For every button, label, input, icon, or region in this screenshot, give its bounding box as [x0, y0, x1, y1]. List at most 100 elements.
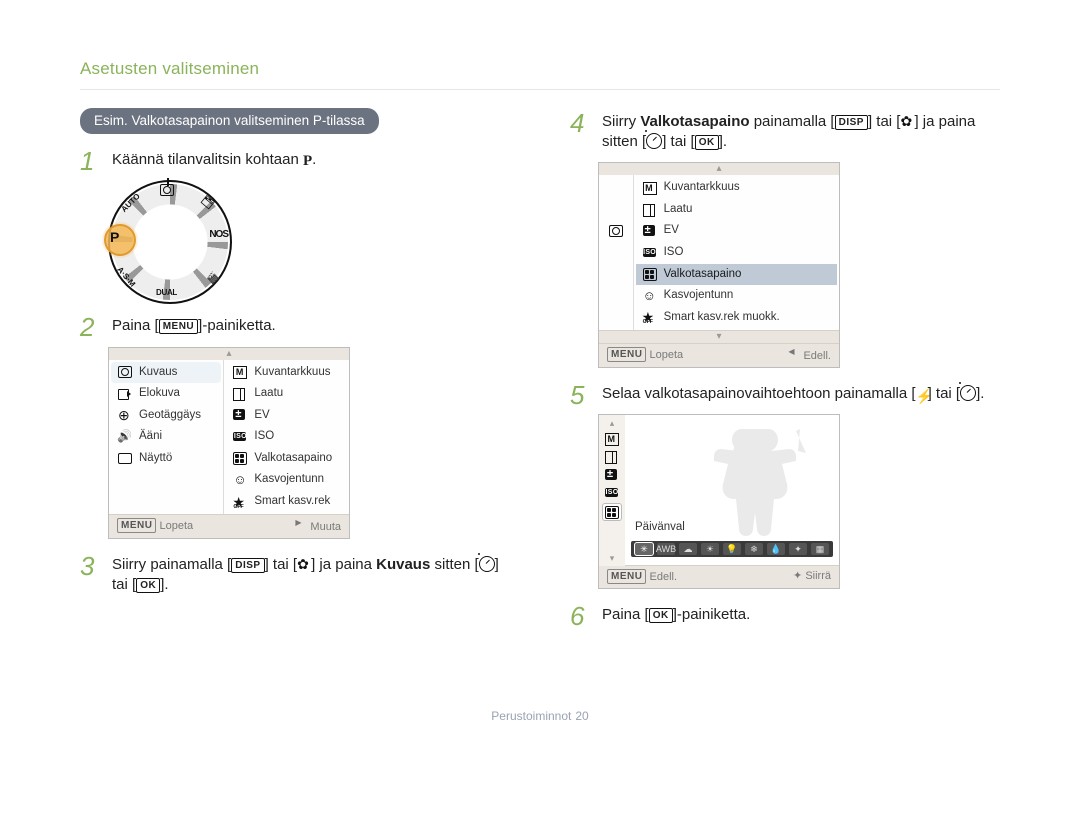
- menu-item-label: Laatu: [254, 386, 283, 402]
- face-icon: [643, 290, 657, 302]
- wb-chip[interactable]: ❄: [745, 543, 763, 555]
- wb-chip[interactable]: AWB: [657, 543, 675, 555]
- step-num: 5: [570, 382, 590, 408]
- screen-wb-select: ▴ ▾ Päivänval ✳ AWB ☁: [598, 414, 840, 589]
- menu-item-label: Kuvantarkkuus: [254, 365, 330, 381]
- footer-pagenum: 20: [575, 708, 588, 724]
- step6-a: Paina [: [602, 606, 649, 623]
- submenu-smart[interactable]: Smart kasv.rek: [226, 491, 347, 513]
- menu-item-label: Kuvaus: [139, 365, 177, 381]
- submenu-wb[interactable]: Valkotasapaino: [226, 448, 347, 470]
- menu-item-naytto[interactable]: Näyttö: [111, 448, 221, 470]
- example-label: Esim. Valkotasapainon valitseminen P-til…: [80, 108, 379, 134]
- step4-f: ].: [719, 133, 727, 150]
- quality-icon: [233, 388, 247, 400]
- side-qual-icon[interactable]: [603, 449, 621, 465]
- menu-item-geotag[interactable]: Geotäggäys: [111, 405, 221, 427]
- step-num: 6: [570, 603, 590, 629]
- step-num: 4: [570, 110, 590, 136]
- quality-icon: [643, 204, 657, 216]
- disp-key: DISP: [835, 115, 868, 130]
- submenu-iso[interactable]: ISO: [226, 426, 347, 448]
- menu-item-label: Ääni: [139, 429, 162, 445]
- submenu-kuvantarkkuus[interactable]: Kuvantarkkuus: [636, 177, 837, 199]
- wb-strip: ✳ AWB ☁ ☀ 💡 ❄ 💧 ✦ ▦: [631, 541, 833, 557]
- step1-text-a: Käännä tilanvalitsin kohtaan: [112, 151, 303, 168]
- star-icon: [233, 496, 247, 508]
- submenu-iso[interactable]: ISO: [636, 242, 837, 264]
- menu-item-label: Valkotasapaino: [254, 451, 332, 467]
- arrow-down-icon: ▾: [599, 330, 839, 343]
- arrow-up-icon: ▴: [610, 417, 615, 429]
- video-icon: [118, 388, 132, 400]
- ev-icon: [643, 225, 657, 237]
- submenu-wb-selected[interactable]: Valkotasapaino: [636, 264, 837, 286]
- side-size-icon[interactable]: [603, 431, 621, 447]
- step4-e: ] tai [: [662, 133, 695, 150]
- submenu-kuvantarkkuus[interactable]: Kuvantarkkuus: [226, 362, 347, 384]
- mode-cam-icon: [160, 184, 174, 201]
- submenu-laatu[interactable]: Laatu: [226, 383, 347, 405]
- menu-item-label: EV: [254, 408, 269, 424]
- screen-footer: MENU Lopeta Muuta: [109, 514, 349, 538]
- timer-icon: [479, 556, 495, 572]
- step-3: 3 Siirry painamalla [DISP] tai [] ja pai…: [80, 551, 510, 600]
- step-4: 4 Siirry Valkotasapaino painamalla [DISP…: [570, 108, 1000, 157]
- submenu-face[interactable]: Kasvojentunn: [636, 285, 837, 307]
- right-column: 4 Siirry Valkotasapaino painamalla [DISP…: [570, 108, 1000, 635]
- menu-item-label: Kasvojentunn: [254, 472, 324, 488]
- submenu-ev[interactable]: EV: [226, 405, 347, 427]
- wb-chip[interactable]: 💡: [723, 543, 741, 555]
- move-icon: ✦: [793, 570, 802, 582]
- menu-key-icon: MENU: [117, 518, 156, 533]
- wb-chip[interactable]: ▦: [811, 543, 829, 555]
- chapter-title: Asetusten valitseminen: [80, 20, 1000, 90]
- wb-icon: [233, 452, 247, 464]
- step-num: 3: [80, 553, 100, 579]
- wb-chip[interactable]: ☀: [701, 543, 719, 555]
- menu-item-label: Elokuva: [139, 386, 180, 402]
- wb-chip[interactable]: 💧: [767, 543, 785, 555]
- submenu-ev[interactable]: EV: [636, 220, 837, 242]
- step2-text-b: ]-painiketta.: [198, 317, 276, 334]
- disp-key: DISP: [231, 558, 264, 573]
- screen-menu-root: ▴ Kuvaus Elokuva Geotäggäys Ääni Näyttö …: [108, 347, 350, 539]
- menu-key: MENU: [159, 319, 198, 334]
- timer-icon: [646, 133, 662, 149]
- step6-b: ]-painiketta.: [673, 606, 751, 623]
- menu-key-icon: MENU: [607, 569, 646, 584]
- side-ev-icon[interactable]: [603, 467, 621, 483]
- timer-icon: [960, 385, 976, 401]
- page: Asetusten valitseminen Esim. Valkotasapa…: [80, 0, 1000, 754]
- submenu-smart[interactable]: Smart kasv.rek muokk.: [636, 307, 837, 329]
- flash-icon: [916, 387, 928, 401]
- step4-a: Siirry: [602, 113, 640, 130]
- ev-icon: [233, 409, 247, 421]
- side-wb-icon[interactable]: [602, 503, 622, 521]
- wb-chip[interactable]: ✳: [635, 543, 653, 555]
- menu-key-icon: MENU: [607, 347, 646, 362]
- menu-item-elokuva[interactable]: Elokuva: [111, 383, 221, 405]
- menu-item-kuvaus[interactable]: Kuvaus: [111, 362, 221, 384]
- page-footer: Perustoiminnot 20: [80, 708, 1000, 724]
- footer-edell: Edell.: [650, 571, 678, 583]
- step5-b: ] tai [: [928, 385, 961, 402]
- step-num: 2: [80, 314, 100, 340]
- menu-item-aani[interactable]: Ääni: [111, 426, 221, 448]
- submenu-laatu[interactable]: Laatu: [636, 199, 837, 221]
- menu-item-label: Smart kasv.rek muokk.: [664, 310, 780, 326]
- wb-chip[interactable]: ☁: [679, 543, 697, 555]
- submenu-face[interactable]: Kasvojentunn: [226, 469, 347, 491]
- step4-b: painamalla [: [750, 113, 835, 130]
- left-column: Esim. Valkotasapainon valitseminen P-til…: [80, 108, 510, 606]
- step-6: 6 Paina [OK]-painiketta.: [570, 601, 1000, 629]
- side-iso-icon[interactable]: [603, 485, 621, 501]
- menu-item-label: Laatu: [664, 202, 693, 218]
- menu-item-label: Kasvojentunn: [664, 288, 734, 304]
- iso-icon: [643, 247, 657, 259]
- wb-chip[interactable]: ✦: [789, 543, 807, 555]
- step-2: 2 Paina [MENU]-painiketta.: [80, 312, 510, 340]
- silhouette-icon: [713, 421, 823, 551]
- step3-c: ] ja paina: [311, 556, 376, 573]
- macro-icon: [297, 558, 311, 572]
